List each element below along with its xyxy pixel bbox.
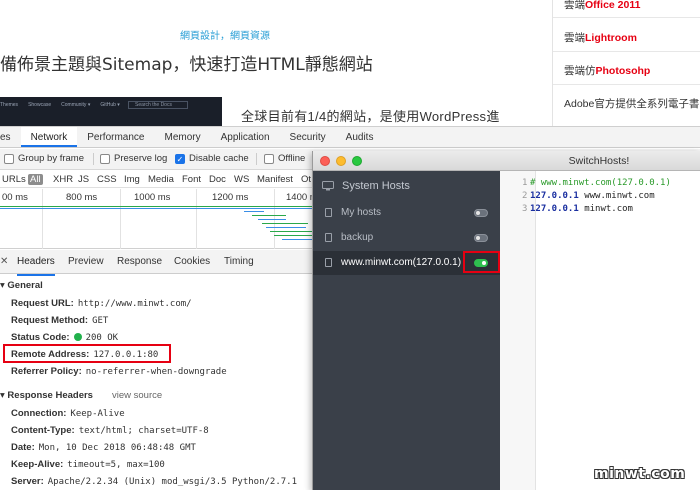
window-title: SwitchHosts! — [568, 155, 630, 167]
view-source-link[interactable]: view source — [112, 390, 162, 401]
sidebar-link[interactable]: 雲端Office 2011 — [564, 0, 640, 12]
timeline-bar — [282, 239, 312, 240]
keep-alive-row: Keep-Alive: timeout=5, max=100 — [11, 459, 165, 470]
hosts-item-backup[interactable]: backup — [313, 227, 500, 249]
post-title: 備佈景主題與Sitemap，快速打造HTML靜態網站 — [0, 55, 373, 75]
filter-media[interactable]: Media — [148, 174, 174, 185]
switchhosts-window: SwitchHosts! System Hosts My hosts backu… — [312, 151, 700, 490]
status-code-row: Status Code: 200 OK — [11, 332, 119, 343]
switchhosts-titlebar[interactable]: SwitchHosts! — [313, 151, 700, 171]
filter-urls[interactable]: URLs — [2, 174, 26, 185]
toggle-switch[interactable] — [474, 234, 488, 242]
group-by-frame-checkbox[interactable]: Group by frame — [4, 153, 84, 164]
highlight-box-remote-address — [3, 344, 171, 363]
code-line: 127.0.0.1 www.minwt.com — [530, 191, 655, 201]
sidebar-divider — [553, 84, 700, 85]
category-link[interactable]: 網頁設計 — [180, 31, 220, 42]
date-row: Date: Mon, 10 Dec 2018 06:48:48 GMT — [11, 442, 196, 453]
offline-checkbox[interactable]: Offline — [264, 153, 305, 164]
sidebar-link[interactable]: Adobe官方提供全系列電子書 — [564, 96, 699, 111]
hosts-item-my-hosts[interactable]: My hosts — [313, 202, 500, 224]
referrer-policy-row: Referrer Policy: no-referrer-when-downgra… — [11, 366, 227, 377]
filter-manifest[interactable]: Manifest — [257, 174, 293, 185]
timeline-bar — [244, 211, 264, 212]
sidebar-link[interactable]: 雲端仿Photosohp — [564, 63, 650, 78]
system-hosts-item[interactable]: System Hosts — [322, 180, 410, 192]
tab-network[interactable]: Network — [20, 127, 78, 147]
tab-security[interactable]: Security — [280, 127, 336, 147]
hosts-sidebar: System Hosts My hosts backup www.minwt.c… — [313, 171, 500, 490]
tab-audits[interactable]: Audits — [336, 127, 384, 147]
file-icon — [325, 233, 332, 242]
toggle-switch[interactable] — [474, 209, 488, 217]
request-method-row: Request Method: GET — [11, 315, 109, 326]
banner-nav: Themes Showcase Community ▾ GitHub ▾ — [0, 102, 120, 108]
tab-memory[interactable]: Memory — [155, 127, 211, 147]
sidebar-divider — [553, 51, 700, 52]
highlight-box-toggle — [463, 251, 500, 273]
general-section-header[interactable]: ▾ General — [0, 280, 43, 291]
tab-sources[interactable]: es — [0, 127, 21, 147]
timeline-bar — [270, 231, 312, 232]
timeline-bar — [266, 227, 306, 228]
server-row: Server: Apache/2.2.34 (Unix) mod_wsgi/3.5… — [11, 476, 297, 487]
preserve-log-checkbox[interactable]: Preserve log — [100, 153, 167, 164]
tab-performance[interactable]: Performance — [77, 127, 154, 147]
timeline-bar — [274, 235, 312, 236]
timeline-bar — [0, 206, 312, 207]
timeline-tick: 00 ms — [2, 192, 28, 203]
filter-xhr[interactable]: XHR — [53, 174, 73, 185]
watermark: minwt.com — [594, 466, 686, 482]
connection-row: Connection: Keep-Alive — [11, 408, 125, 419]
timeline-bar — [252, 215, 286, 216]
tab-cookies[interactable]: Cookies — [174, 250, 210, 274]
close-icon[interactable]: ✕ — [0, 256, 8, 267]
monitor-icon — [322, 181, 334, 191]
timeline-tick: 800 ms — [66, 192, 98, 203]
tab-preview[interactable]: Preview — [68, 250, 104, 274]
timeline-bar — [0, 208, 312, 209]
hosts-editor[interactable]: 1 2 3 # www.minwt.com(127.0.0.1) 127.0.0… — [500, 171, 700, 490]
response-headers-section-header[interactable]: ▾ Response Headers — [0, 390, 93, 401]
filter-img[interactable]: Img — [124, 174, 140, 185]
request-url-row: Request URL: http://www.minwt.com/ — [11, 298, 192, 309]
sidebar-divider — [553, 17, 700, 18]
status-ok-icon — [73, 333, 82, 341]
tab-timing[interactable]: Timing — [224, 250, 254, 274]
timeline-bar — [258, 219, 286, 220]
code-line: 127.0.0.1 minwt.com — [530, 204, 633, 214]
post-categories: 網頁設計，網頁資源 — [180, 31, 270, 42]
tab-application[interactable]: Application — [211, 127, 280, 147]
tab-response[interactable]: Response — [117, 250, 162, 274]
timeline-bar — [262, 223, 308, 224]
post-banner-image: Themes Showcase Community ▾ GitHub ▾ Sea… — [0, 97, 222, 128]
blog-page: 網頁設計，網頁資源 備佈景主題與Sitemap，快速打造HTML靜態網站 The… — [0, 0, 700, 128]
filter-all[interactable]: All — [28, 174, 43, 185]
timeline-tick: 1000 ms — [134, 192, 171, 203]
timeline-tick: 1200 ms — [212, 192, 249, 203]
filter-doc[interactable]: Doc — [209, 174, 226, 185]
filter-other[interactable]: Ot — [301, 174, 311, 185]
content-type-row: Content-Type: text/html; charset=UTF-8 — [11, 425, 209, 436]
devtools-tabs: es Network Performance Memory Applicatio… — [0, 127, 700, 148]
line-gutter: 1 2 3 — [500, 171, 536, 490]
filter-js[interactable]: JS — [78, 174, 89, 185]
blog-sidebar: 雲端Office 2011 雲端Lightroom 雲端仿Photosohp A… — [552, 0, 700, 128]
file-icon — [325, 258, 332, 267]
banner-search: Search the Docs — [128, 101, 188, 109]
file-icon — [325, 208, 332, 217]
filter-ws[interactable]: WS — [234, 174, 249, 185]
filter-css[interactable]: CSS — [97, 174, 117, 185]
disable-cache-checkbox[interactable]: ✓ Disable cache — [175, 153, 249, 164]
check-icon: ✓ — [175, 153, 185, 164]
sidebar-link[interactable]: 雲端Lightroom — [564, 30, 637, 45]
category-link[interactable]: 網頁資源 — [230, 31, 270, 42]
code-line: # www.minwt.com(127.0.0.1) — [530, 178, 671, 188]
filter-font[interactable]: Font — [182, 174, 201, 185]
tab-headers[interactable]: Headers — [17, 250, 55, 276]
post-intro: 全球目前有1/4的網站，是使用WordPress進 — [241, 109, 500, 124]
